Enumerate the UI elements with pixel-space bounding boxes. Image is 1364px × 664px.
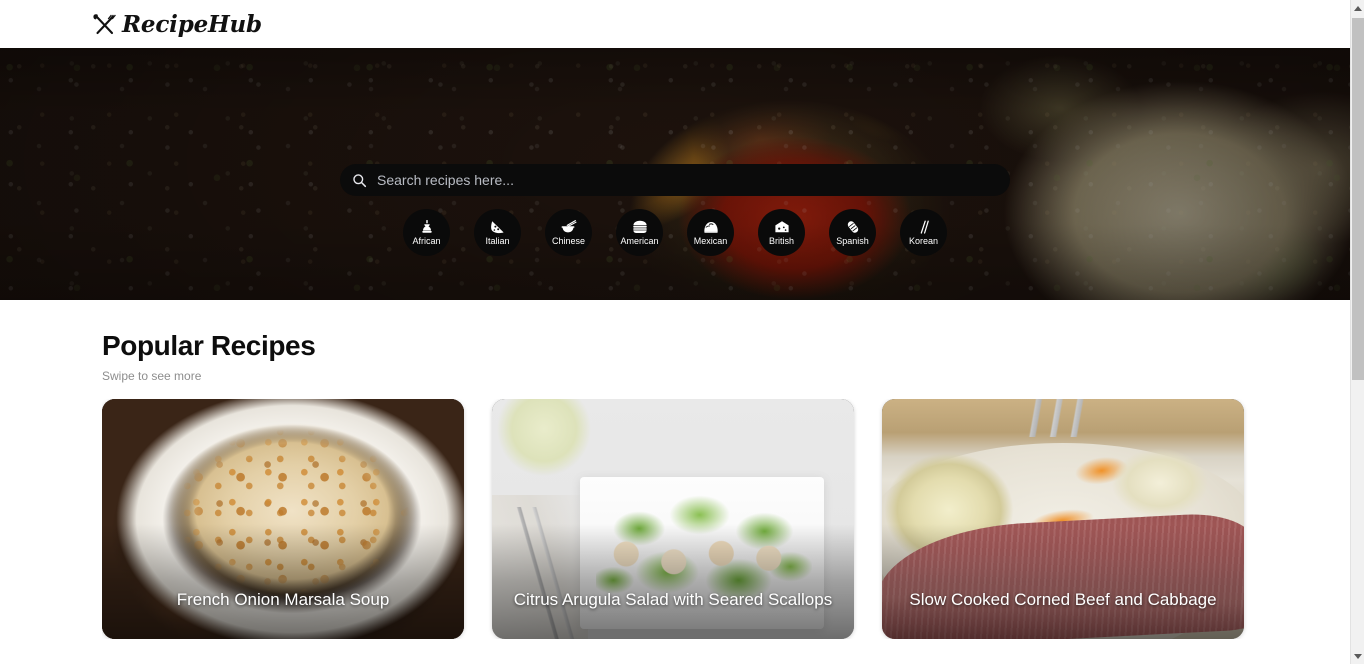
site-header: RecipeHub	[0, 0, 1350, 48]
category-label: Mexican	[693, 236, 728, 246]
chopsticks-icon	[920, 220, 929, 234]
category-chip-italian[interactable]: Italian	[474, 209, 521, 256]
category-chip-spanish[interactable]: Spanish	[829, 209, 876, 256]
burger-icon	[632, 220, 647, 233]
category-list: African Italian Chinese American Mexican…	[0, 209, 1350, 256]
category-chip-african[interactable]: African	[403, 209, 450, 256]
category-chip-mexican[interactable]: Mexican	[687, 209, 734, 256]
cheese-wedge-icon	[774, 221, 789, 233]
category-chip-korean[interactable]: Korean	[900, 209, 947, 256]
taco-icon	[703, 222, 718, 233]
recipe-card-carousel[interactable]: French Onion Marsala Soup Citrus Arugula…	[102, 399, 1350, 639]
category-label: Korean	[908, 236, 939, 246]
burrito-icon	[847, 221, 858, 233]
search-bar[interactable]	[340, 164, 1010, 196]
recipe-card[interactable]: Citrus Arugula Salad with Seared Scallop…	[492, 399, 854, 639]
fork-knife-cross-icon	[92, 12, 118, 38]
recipe-card[interactable]: French Onion Marsala Soup	[102, 399, 464, 639]
section-subtitle: Swipe to see more	[102, 369, 202, 383]
scroll-up-arrow-icon[interactable]	[1351, 0, 1364, 16]
recipe-card-title: Citrus Arugula Salad with Seared Scallop…	[513, 590, 833, 609]
category-label: African	[412, 236, 441, 246]
popular-recipes-section: Popular Recipes Swipe to see more French…	[0, 300, 1350, 639]
category-chip-chinese[interactable]: Chinese	[545, 209, 592, 256]
noodle-bowl-chopsticks-icon	[561, 220, 577, 233]
brand-logo[interactable]: RecipeHub	[92, 11, 262, 37]
browser-viewport: RecipeHub Search recipes here... African…	[0, 0, 1364, 664]
brand-name: RecipeHub	[122, 10, 262, 38]
recipe-card[interactable]: Slow Cooked Corned Beef and Cabbage	[882, 399, 1244, 639]
mortar-pestle-icon	[419, 219, 435, 235]
category-label: British	[768, 236, 794, 246]
search-container	[340, 164, 1010, 196]
scrollbar-thumb[interactable]	[1352, 18, 1364, 380]
search-icon	[352, 173, 367, 188]
vertical-scrollbar[interactable]	[1350, 0, 1364, 664]
page-content: RecipeHub Search recipes here... African…	[0, 0, 1350, 664]
pizza-slice-icon	[490, 219, 506, 235]
page-title: Popular Recipes	[102, 330, 316, 361]
scroll-down-arrow-icon[interactable]	[1351, 648, 1364, 664]
category-label: Chinese	[551, 236, 586, 246]
category-chip-british[interactable]: British	[758, 209, 805, 256]
category-chip-american[interactable]: American	[616, 209, 663, 256]
category-label: Italian	[485, 236, 510, 246]
category-label: American	[620, 236, 659, 246]
search-input[interactable]	[377, 171, 998, 189]
hero-banner: African Italian	[0, 48, 1350, 300]
category-label: Spanish	[836, 236, 869, 246]
recipe-card-title: French Onion Marsala Soup	[176, 590, 390, 609]
recipe-card-title: Slow Cooked Corned Beef and Cabbage	[909, 590, 1217, 609]
